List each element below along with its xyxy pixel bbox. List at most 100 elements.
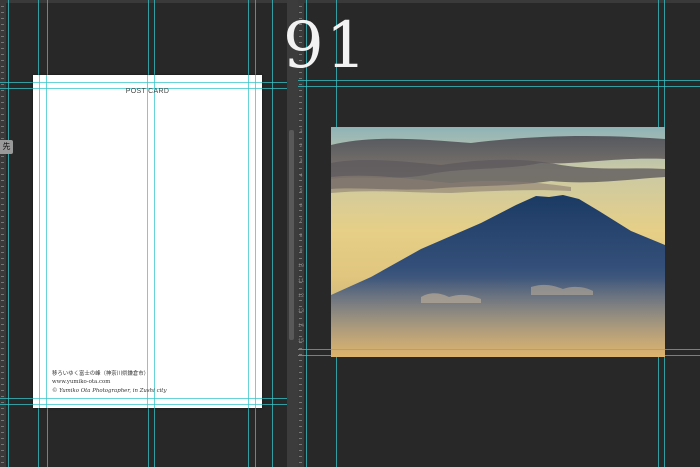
ruler-tick [1, 228, 4, 229]
ruler-tick [299, 96, 302, 97]
postcard-artboard[interactable]: POST CARD 移ろいゆく富士の峰（神奈川県鎌倉市） www.yumiko-… [33, 75, 262, 408]
ruler-tick [1, 378, 4, 379]
ruler-tick [1, 348, 4, 349]
guide-line[interactable] [33, 398, 262, 399]
ruler-tick [1, 204, 4, 205]
ruler-number: 7 [299, 218, 303, 224]
vertical-scrollbar-thumb[interactable] [289, 130, 294, 340]
guide-line[interactable] [39, 75, 40, 408]
side-tab-label[interactable]: 先 [0, 140, 13, 154]
ruler-tick [299, 228, 302, 229]
ruler-tick [1, 342, 4, 343]
ruler-tick [299, 150, 302, 151]
ruler-tick [1, 192, 4, 193]
guide-line[interactable] [331, 349, 665, 350]
guide-line[interactable] [298, 86, 700, 87]
ruler-tick [1, 222, 4, 223]
ruler-tick [1, 330, 4, 331]
guide-line[interactable] [147, 75, 148, 408]
ruler-tick [1, 48, 4, 49]
ruler-tick [299, 372, 302, 373]
ruler-number: 12 [298, 293, 305, 299]
ruler-tick [1, 162, 4, 163]
left-pane-horizontal-ruler [0, 0, 287, 3]
ruler-tick [1, 60, 4, 61]
ruler-tick [1, 324, 4, 325]
ruler-tick [1, 306, 4, 307]
ruler-tick [1, 456, 4, 457]
ruler-tick [1, 288, 4, 289]
ruler-tick [299, 108, 302, 109]
ruler-tick [1, 252, 4, 253]
guide-line[interactable] [8, 0, 9, 467]
ruler-number: 6 [299, 203, 303, 209]
ruler-tick [1, 282, 4, 283]
ruler-tick [299, 276, 302, 277]
ruler-number: 5 [299, 188, 303, 194]
guide-line[interactable] [46, 75, 47, 408]
ruler-tick [299, 450, 302, 451]
right-pane-horizontal-ruler [298, 0, 700, 3]
ruler-tick [1, 354, 4, 355]
ruler-tick [1, 216, 4, 217]
ruler-tick [299, 426, 302, 427]
ruler-tick [299, 126, 302, 127]
guide-line[interactable] [248, 75, 249, 408]
ruler-tick [1, 438, 4, 439]
ruler-tick [1, 72, 4, 73]
ruler-tick [1, 360, 4, 361]
ruler-tick [1, 132, 4, 133]
ruler-tick [1, 186, 4, 187]
ruler-tick [1, 210, 4, 211]
ruler-tick [1, 126, 4, 127]
guide-line[interactable] [255, 75, 256, 408]
ruler-tick [299, 366, 302, 367]
ruler-tick [1, 444, 4, 445]
ruler-tick [1, 114, 4, 115]
ruler-tick [299, 378, 302, 379]
ruler-tick [1, 168, 4, 169]
ruler-tick [1, 54, 4, 55]
ruler-tick [299, 306, 302, 307]
ruler-tick [1, 462, 4, 463]
ruler-tick [1, 264, 4, 265]
ruler-tick [299, 420, 302, 421]
ruler-tick [1, 414, 4, 415]
ruler-number: 1 [299, 128, 303, 134]
ruler-tick [1, 240, 4, 241]
ruler-number: 15 [298, 338, 305, 344]
ruler-tick [299, 270, 302, 271]
ruler-tick [299, 102, 302, 103]
ruler-tick [1, 174, 4, 175]
mount-fuji-photo[interactable] [331, 127, 665, 357]
ruler-tick [1, 180, 4, 181]
ruler-tick [1, 402, 4, 403]
ruler-number: 13 [298, 308, 305, 314]
ruler-tick [1, 198, 4, 199]
postcard-copyright: © Yumiko Ota Photographer, in Zushi city [52, 388, 167, 394]
ruler-number: 10 [298, 263, 305, 269]
ruler-tick [299, 384, 302, 385]
ruler-tick [299, 216, 302, 217]
ruler-tick [299, 288, 302, 289]
ruler-tick [1, 12, 4, 13]
ruler-number: 9 [299, 248, 303, 254]
guide-line[interactable] [272, 0, 273, 467]
guide-line[interactable] [33, 404, 262, 405]
guide-line[interactable] [154, 75, 155, 408]
ruler-tick [299, 114, 302, 115]
ruler-tick [299, 438, 302, 439]
ruler-number: 3 [299, 158, 303, 164]
ruler-tick [1, 84, 4, 85]
ruler-tick [299, 156, 302, 157]
ruler-tick [1, 396, 4, 397]
ruler-tick [299, 186, 302, 187]
ruler-number: 2 [299, 143, 303, 149]
ruler-number: 11 [298, 278, 305, 284]
guide-line[interactable] [33, 82, 262, 83]
ruler-tick [1, 66, 4, 67]
ruler-tick [1, 318, 4, 319]
ruler-tick [1, 384, 4, 385]
ruler-tick [299, 90, 302, 91]
postcard-caption: 移ろいゆく富士の峰（神奈川県鎌倉市） [52, 371, 150, 377]
